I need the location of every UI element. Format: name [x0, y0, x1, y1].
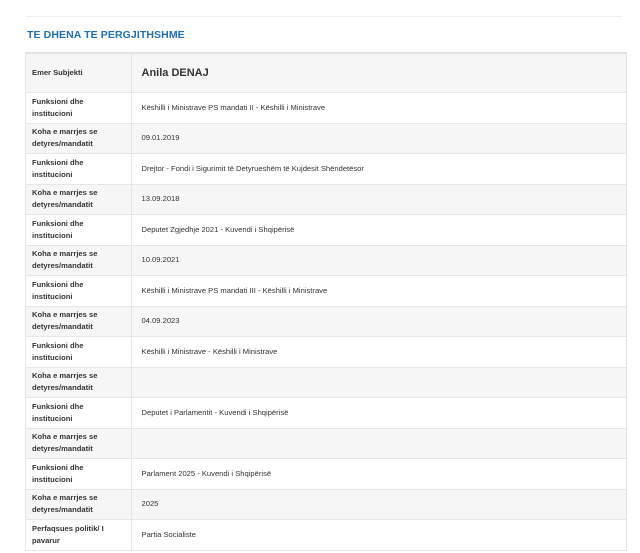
section-title: TE DHENA TE PERGJITHSHME — [27, 29, 185, 41]
table-row: Perfaqsues politik/ I pavarur Partia Soci… — [26, 519, 626, 551]
row-value: 2025 — [131, 489, 626, 520]
row-value — [131, 428, 626, 459]
table-row: Koha e marrjes se detyres/mandatit — [26, 428, 626, 459]
general-data-table: Emer Subjekti Anila DENAJ Funksioni dhe … — [25, 52, 627, 551]
subject-name: Anila DENAJ — [131, 54, 626, 93]
row-label: Perfaqsues politik/ I pavarur — [26, 519, 132, 551]
row-label: Koha e marrjes se detyres/mandatit — [26, 367, 132, 398]
row-label: Funksioni dhe institucioni — [26, 92, 132, 124]
row-label: Koha e marrjes se detyres/mandatit — [26, 489, 132, 520]
row-label: Koha e marrjes se detyres/mandatit — [26, 306, 132, 337]
row-label: Funksioni dhe institucioni — [26, 214, 132, 246]
table-row-subject: Emer Subjekti Anila DENAJ — [26, 54, 626, 93]
row-value: Deputet i Parlamentit - Kuvendi i Shqipë… — [131, 397, 626, 429]
table-row: Koha e marrjes se detyres/mandatit 04.09.… — [26, 306, 626, 337]
table-row: Funksioni dhe institucioni Këshilli i Min… — [26, 275, 626, 307]
table-row: Koha e marrjes se detyres/mandatit 09.01.… — [26, 123, 626, 154]
row-value: 04.09.2023 — [131, 306, 626, 337]
row-value: Drejtor - Fondi i Sigurimit të Detyruesh… — [131, 153, 626, 185]
table-row: Funksioni dhe institucioni Deputet Zgjedh… — [26, 214, 626, 246]
table-row: Funksioni dhe institucioni Drejtor - Fond… — [26, 153, 626, 185]
row-value: Parlament 2025 - Kuvendi i Shqipërisë — [131, 458, 626, 490]
table-row: Funksioni dhe institucioni Këshilli i Min… — [26, 92, 626, 124]
row-value: 13.09.2018 — [131, 184, 626, 215]
table-row: Funksioni dhe institucioni Parlament 2025… — [26, 458, 626, 490]
table-row: Koha e marrjes se detyres/mandatit 2025 — [26, 489, 626, 520]
row-label: Funksioni dhe institucioni — [26, 458, 132, 490]
table-row: Koha e marrjes se detyres/mandatit — [26, 367, 626, 398]
row-label: Funksioni dhe institucioni — [26, 275, 132, 307]
row-label: Koha e marrjes se detyres/mandatit — [26, 428, 132, 459]
table-row: Funksioni dhe institucioni Këshilli i Min… — [26, 336, 626, 368]
row-value: 09.01.2019 — [131, 123, 626, 154]
row-label: Funksioni dhe institucioni — [26, 153, 132, 185]
row-value: Këshilli i Ministrave PS mandati II - Kë… — [131, 92, 626, 124]
row-label: Koha e marrjes se detyres/mandatit — [26, 184, 132, 215]
subject-label: Emer Subjekti — [26, 54, 132, 93]
table-row: Koha e marrjes se detyres/mandatit 13.09.… — [26, 184, 626, 215]
row-value: 10.09.2021 — [131, 245, 626, 276]
row-label: Koha e marrjes se detyres/mandatit — [26, 123, 132, 154]
table-row: Koha e marrjes se detyres/mandatit 10.09.… — [26, 245, 626, 276]
row-value — [131, 367, 626, 398]
row-value: Deputet Zgjedhje 2021 - Kuvendi i Shqipë… — [131, 214, 626, 246]
row-value: Këshilli i Ministrave PS mandati III - K… — [131, 275, 626, 307]
row-value: Partia Socialiste — [131, 519, 626, 551]
row-label: Funksioni dhe institucioni — [26, 397, 132, 429]
top-divider — [26, 16, 622, 17]
row-label: Koha e marrjes se detyres/mandatit — [26, 245, 132, 276]
row-value: Këshilli i Ministrave - Këshilli i Minis… — [131, 336, 626, 368]
table-row: Funksioni dhe institucioni Deputet i Parl… — [26, 397, 626, 429]
row-label: Funksioni dhe institucioni — [26, 336, 132, 368]
